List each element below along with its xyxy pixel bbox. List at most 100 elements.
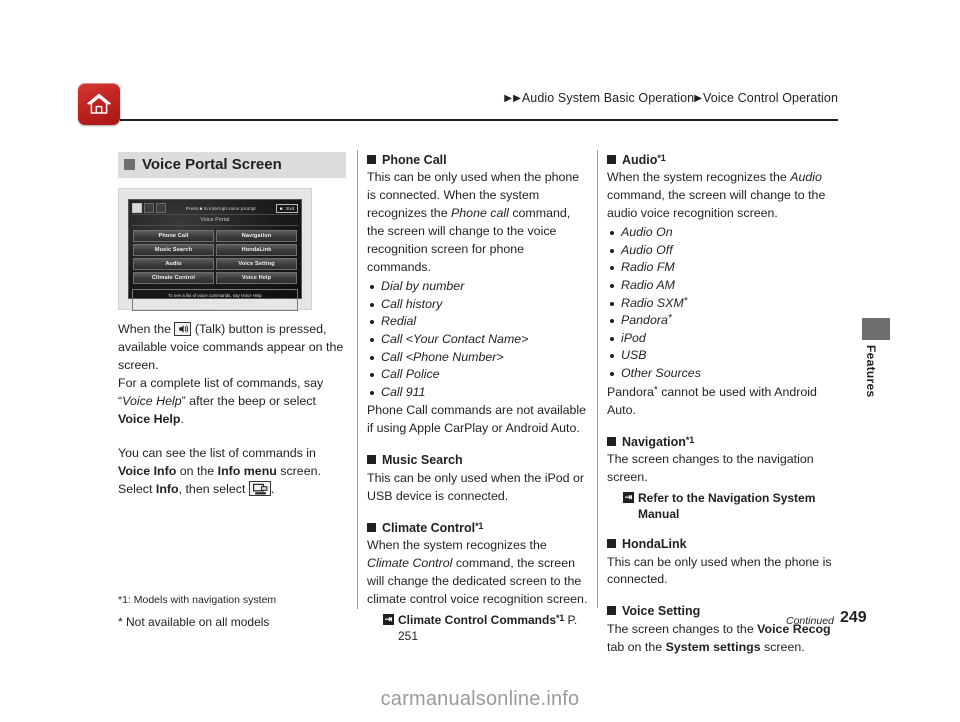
climate-control-reference[interactable]: ⇥ Climate Control Commands*1 P. 251: [383, 612, 589, 644]
bullet-square-icon: [607, 155, 616, 164]
page-header: ▶▶Audio System Basic Operation▶Voice Con…: [0, 0, 960, 130]
hangup-button-icon: [156, 203, 166, 213]
info-screen-icon: [248, 480, 271, 496]
music-search-heading-label: Music Search: [382, 453, 463, 468]
section-tab-marker: [862, 318, 890, 340]
section-navigation: Navigation*1 The screen changes to the n…: [607, 434, 839, 523]
climate-control-reference-label: Climate Control Commands*1 P. 251: [398, 612, 578, 643]
voice-help-suffix: .: [180, 411, 184, 426]
footnote-marker: *1: [475, 520, 484, 531]
nav-screen-exit-label[interactable]: ■ : Exit: [275, 203, 298, 213]
voice-info-bold-info-menu: Info menu: [217, 463, 277, 478]
nav-screen-title: Voice Portal: [132, 217, 298, 226]
list-item: Pandora*: [607, 312, 839, 330]
audio-body-a: When the system recognizes the: [607, 170, 791, 185]
voice-info-paragraph: You can see the list of commands in Voic…: [118, 445, 346, 499]
music-search-heading: Music Search: [367, 452, 589, 468]
hondalink-heading-label: HondaLink: [622, 537, 687, 552]
section-voice-setting: Voice Setting The screen changes to the …: [607, 603, 839, 656]
phone-call-body: This can be only used when the phone is …: [367, 169, 589, 277]
list-item: Call 911: [367, 384, 589, 402]
phone-call-command-list: Dial by number Call history Redial Call …: [367, 278, 589, 401]
bullet-square-icon: [607, 436, 616, 446]
section-phone-call: Phone Call This can be only used when th…: [367, 152, 589, 438]
left-column: Voice Portal Screen Press ■ to interrupt…: [118, 152, 346, 499]
footnote-marker: *1: [556, 612, 565, 623]
voice-portal-screen-heading: Voice Portal Screen: [118, 152, 346, 178]
nav-screen-button-voice-help[interactable]: Voice Help: [216, 272, 297, 284]
reference-arrow-icon: ⇥: [623, 491, 634, 503]
voice-info-prefix: You can see the list of commands in: [118, 445, 316, 460]
header-divider: [120, 119, 838, 121]
breadcrumb-segment-audio-system[interactable]: Audio System Basic Operation: [522, 91, 694, 105]
list-item: Call <Your Contact Name>: [367, 331, 589, 349]
nav-screen-button-navigation[interactable]: Navigation: [216, 230, 297, 242]
right-column: Audio*1 When the system recognizes the A…: [607, 152, 839, 657]
navigation-heading: Navigation*1: [607, 434, 839, 450]
nav-screen-hint-box: To see a list of voice commands, say Voi…: [132, 289, 298, 311]
list-item: Call <Phone Number>: [367, 349, 589, 367]
list-item: Radio AM: [607, 277, 839, 295]
section-hondalink: HondaLink This can be only used when the…: [607, 536, 839, 589]
voice-setting-body-a: The screen changes to the: [607, 621, 758, 636]
climate-control-heading: Climate Control*1: [367, 520, 589, 536]
climate-control-heading-label: Climate Control*1: [382, 520, 484, 535]
footnote-1: *1: Models with navigation system: [118, 594, 277, 606]
voice-info-bold-voice-info: Voice Info: [118, 463, 177, 478]
bullet-square-icon: [607, 539, 616, 549]
footnote-2: * Not available on all models: [118, 615, 270, 629]
page-number: 249: [840, 609, 867, 626]
audio-footer: Pandora* cannot be used with Android Aut…: [607, 384, 839, 420]
nav-screen-button-voice-setting[interactable]: Voice Setting: [216, 258, 297, 270]
nav-screen-button-hondalink[interactable]: HondaLink: [216, 244, 297, 256]
phone-call-body-italic: Phone call: [451, 206, 509, 221]
voice-setting-body-b: tab on the: [607, 639, 666, 654]
section-tab-label: Features: [864, 345, 878, 398]
hondalink-heading: HondaLink: [607, 536, 839, 552]
nav-screen-button-music-search[interactable]: Music Search: [133, 244, 214, 256]
nav-screen-button-audio[interactable]: Audio: [133, 258, 214, 270]
breadcrumb-arrow-icon: ▶: [694, 93, 702, 104]
continued-label: Continued: [786, 615, 834, 627]
hondalink-body: This can be only used when the phone is …: [607, 554, 832, 587]
bullet-square-icon: [124, 159, 135, 170]
climate-control-body-italic: Climate Control: [367, 555, 453, 570]
column-divider-2: [597, 150, 598, 608]
breadcrumb-segment-voice-control[interactable]: Voice Control Operation: [703, 91, 838, 105]
home-icon: [86, 91, 112, 117]
voice-info-mid-1: on the: [176, 463, 218, 478]
phone-call-footer: Phone Call commands are not available if…: [367, 403, 587, 436]
footnote-marker: *1: [657, 153, 666, 163]
list-item: Redial: [367, 313, 589, 331]
nav-screen-illustration: Press ■ to interrupt voice prompt ■ : Ex…: [128, 199, 302, 311]
list-item: Call history: [367, 296, 589, 314]
nav-screen-button-climate-control[interactable]: Climate Control: [133, 272, 214, 284]
navigation-body: The screen changes to the navigation scr…: [607, 451, 814, 484]
nav-screen-button-phone-call[interactable]: Phone Call: [133, 230, 214, 242]
list-item: iPod: [607, 330, 839, 348]
footnote-marker: *1: [685, 434, 695, 445]
section-audio: Audio*1 When the system recognizes the A…: [607, 152, 839, 420]
home-button[interactable]: [78, 83, 120, 125]
music-search-body: This can be only used when the iPod or U…: [367, 470, 584, 503]
footnote-divider: [357, 583, 358, 609]
list-item: Audio Off: [607, 242, 839, 260]
bullet-square-icon: [367, 455, 376, 465]
list-item: Audio On: [607, 224, 839, 242]
navigation-reference[interactable]: ⇥ Refer to the Navigation System Manual: [623, 490, 839, 522]
section-music-search: Music Search This can be only used when …: [367, 452, 589, 505]
nav-screen-button-grid: Phone Call Navigation Music Search Honda…: [132, 228, 298, 285]
climate-control-body: When the system recognizes the Climate C…: [367, 537, 589, 609]
talk-button-icon: [132, 203, 142, 213]
audio-footer-a: Pandora: [607, 384, 654, 399]
list-item: USB: [607, 347, 839, 365]
nav-screen-hint-line-2: You can also say: What is today's date?: [176, 299, 254, 305]
voice-info-mid-3: , then select: [178, 481, 249, 496]
voice-setting-heading-label: Voice Setting: [622, 604, 701, 619]
audio-command-list: Audio On Audio Off Radio FM Radio AM Rad…: [607, 224, 839, 382]
voice-info-suffix: .: [270, 481, 275, 496]
voice-setting-bold-system-settings: System settings: [665, 639, 761, 654]
section-climate-control: Climate Control*1 When the system recogn…: [367, 520, 589, 645]
climate-control-body-a: When the system recognizes the: [367, 537, 547, 552]
nav-screen-prompt-text: Press ■ to interrupt voice prompt: [185, 205, 256, 211]
